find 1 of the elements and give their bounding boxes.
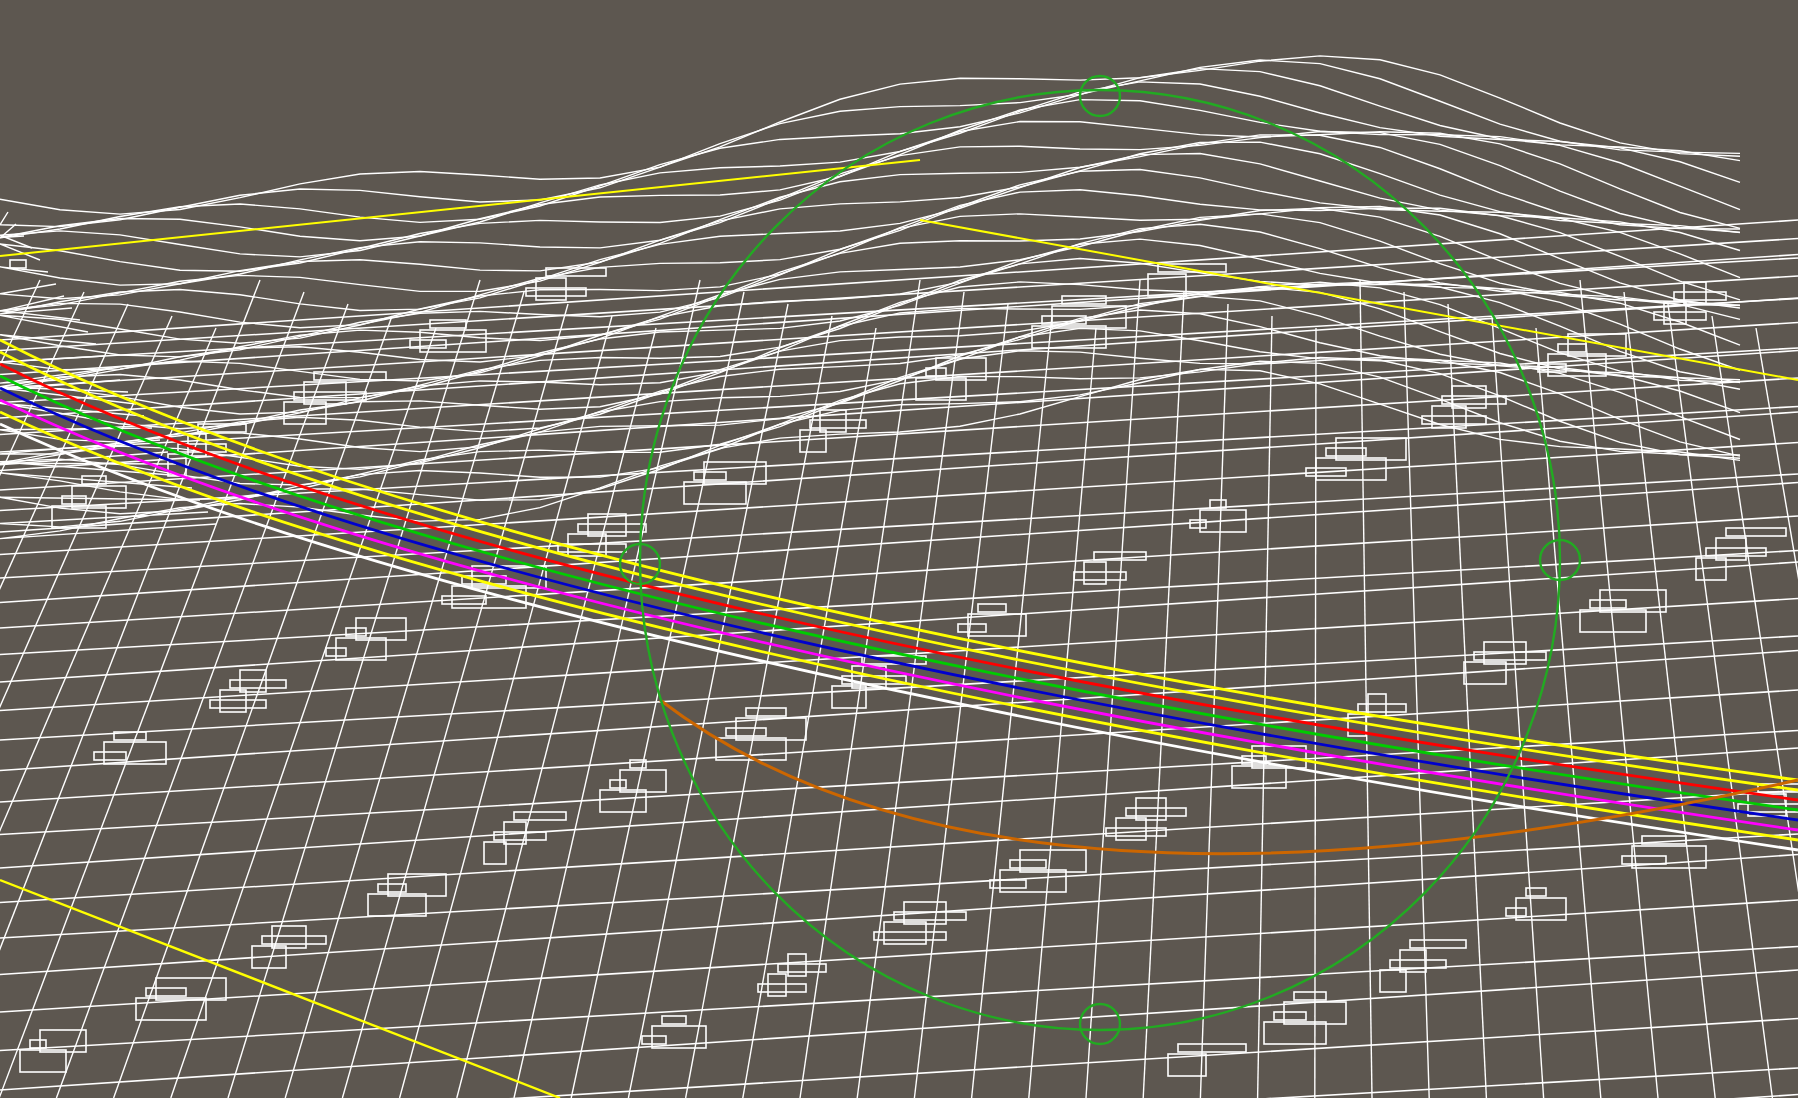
orbit-gizmo[interactable] bbox=[618, 74, 1582, 1046]
